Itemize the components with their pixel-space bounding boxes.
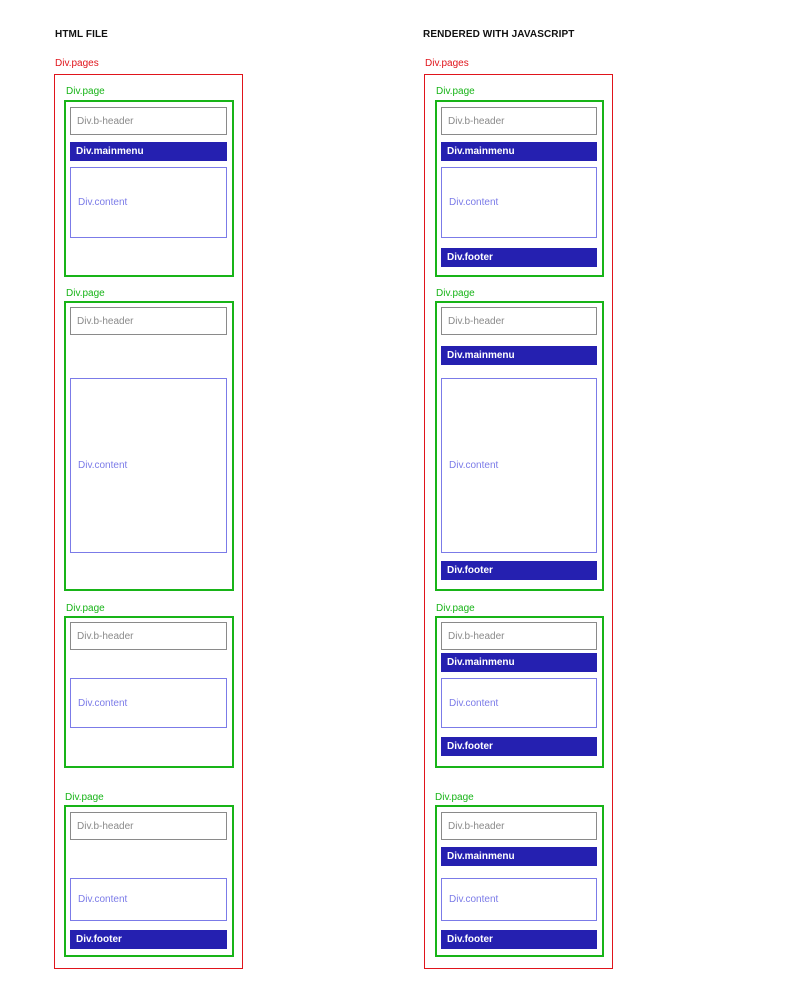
- content-right-1: Div.content: [441, 167, 597, 238]
- content-right-2: Div.content: [441, 378, 597, 553]
- mainmenu-right-4: Div.mainmenu: [441, 847, 597, 866]
- page-label-left-4: Div.page: [65, 792, 104, 803]
- content-right-3: Div.content: [441, 678, 597, 728]
- footer-right-4: Div.footer: [441, 930, 597, 949]
- html-file-title: HTML FILE: [55, 29, 108, 40]
- footer-right-1: Div.footer: [441, 248, 597, 267]
- page-label-right-4: Div.page: [435, 792, 474, 803]
- header-right-3: Div.b-header: [441, 622, 597, 650]
- mainmenu-right-1: Div.mainmenu: [441, 142, 597, 161]
- header-right-2: Div.b-header: [441, 307, 597, 335]
- pages-label-left: Div.pages: [55, 58, 99, 69]
- header-left-1: Div.b-header: [70, 107, 227, 135]
- page-label-right-1: Div.page: [436, 86, 475, 97]
- content-left-4: Div.content: [70, 878, 227, 921]
- page-label-left-2: Div.page: [66, 288, 105, 299]
- content-left-3: Div.content: [70, 678, 227, 728]
- footer-left-4: Div.footer: [70, 930, 227, 949]
- footer-right-3: Div.footer: [441, 737, 597, 756]
- mainmenu-right-2: Div.mainmenu: [441, 346, 597, 365]
- page-label-right-3: Div.page: [436, 603, 475, 614]
- header-left-4: Div.b-header: [70, 812, 227, 840]
- mainmenu-left-1: Div.mainmenu: [70, 142, 227, 161]
- header-left-3: Div.b-header: [70, 622, 227, 650]
- header-left-2: Div.b-header: [70, 307, 227, 335]
- mainmenu-right-3: Div.mainmenu: [441, 653, 597, 672]
- page-label-left-3: Div.page: [66, 603, 105, 614]
- header-right-1: Div.b-header: [441, 107, 597, 135]
- pages-label-right: Div.pages: [425, 58, 469, 69]
- content-right-4: Div.content: [441, 878, 597, 921]
- header-right-4: Div.b-header: [441, 812, 597, 840]
- page-label-right-2: Div.page: [436, 288, 475, 299]
- content-left-1: Div.content: [70, 167, 227, 238]
- footer-right-2: Div.footer: [441, 561, 597, 580]
- rendered-with-javascript-title: RENDERED WITH JAVASCRIPT: [423, 29, 575, 40]
- content-left-2: Div.content: [70, 378, 227, 553]
- page-label-left-1: Div.page: [66, 86, 105, 97]
